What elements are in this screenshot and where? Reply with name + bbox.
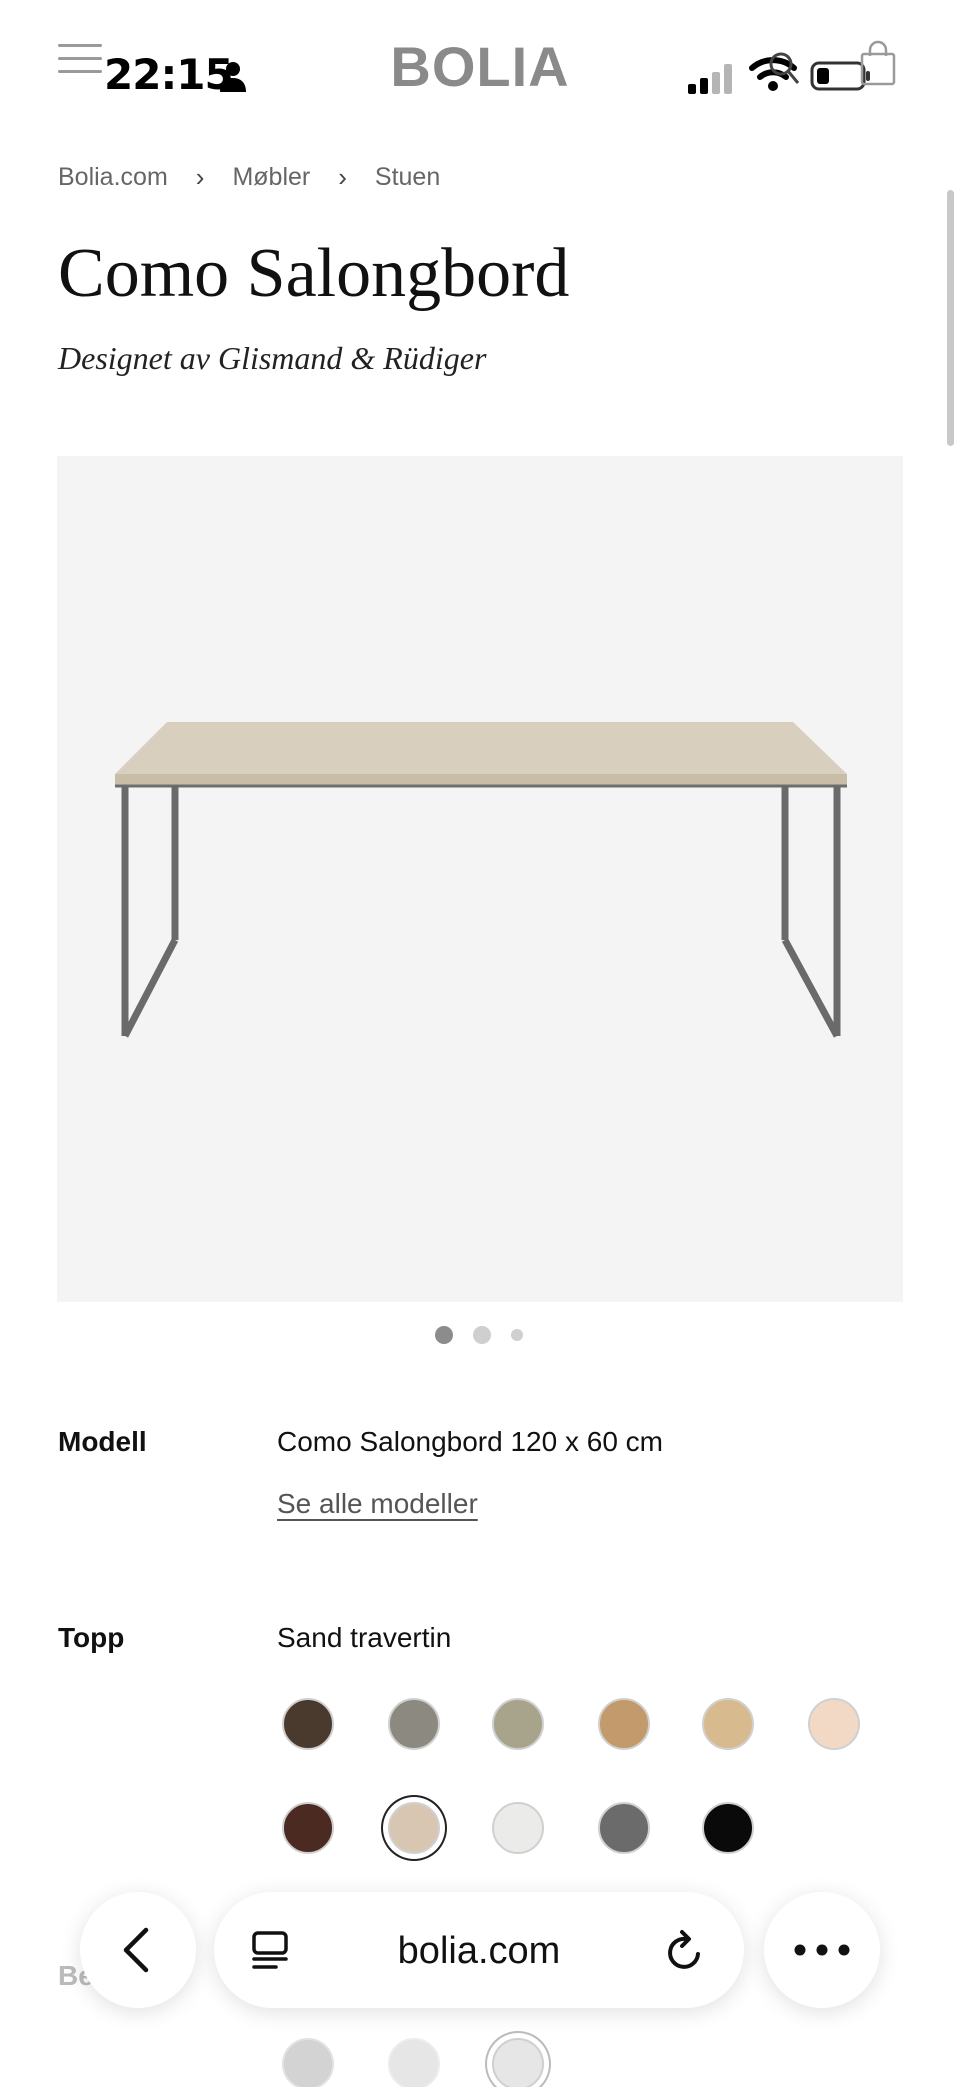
swatch-dark-wood[interactable]: [282, 1698, 334, 1750]
swatch-white[interactable]: [492, 1802, 544, 1854]
swatch-sage-stone[interactable]: [492, 1698, 544, 1750]
model-label: Modell: [58, 1426, 147, 1457]
carousel-dot[interactable]: [473, 1326, 491, 1344]
shopping-bag-icon[interactable]: [858, 40, 898, 86]
swatch-sand-travertine[interactable]: [388, 1802, 440, 1854]
breadcrumb: Bolia.com › Møbler › Stuen: [58, 162, 440, 193]
address-bar[interactable]: bolia.com: [214, 1892, 744, 2008]
back-button[interactable]: [80, 1892, 196, 2008]
status-bar: 22:15 BOLIA: [0, 0, 960, 140]
top-value: Sand travertin: [277, 1622, 452, 1653]
top-label: Topp: [58, 1622, 125, 1653]
swatch-blush[interactable]: [808, 1698, 860, 1750]
browser-toolbar: bolia.com: [0, 1880, 960, 2020]
carousel-indicator: [0, 1326, 960, 1344]
swatch-faded-selected[interactable]: [492, 2038, 544, 2087]
swatch-oak[interactable]: [598, 1698, 650, 1750]
swatch-faded[interactable]: [388, 2038, 440, 2087]
more-button[interactable]: [764, 1892, 880, 2008]
designer-credit: Designet av Glismand & Rüdiger: [58, 340, 487, 376]
swatch-dark-grey[interactable]: [598, 1802, 650, 1854]
breadcrumb-home[interactable]: Bolia.com: [58, 163, 168, 192]
carousel-dot[interactable]: [435, 1326, 453, 1344]
model-value: Como Salongbord 120 x 60 cm: [277, 1426, 663, 1457]
swatch-faded[interactable]: [282, 2038, 334, 2087]
swatch-grey-stone[interactable]: [388, 1698, 440, 1750]
wifi-icon: [749, 52, 800, 91]
breadcrumb-living-room[interactable]: Stuen: [375, 163, 440, 192]
more-dots-icon: [794, 1944, 850, 1956]
see-all-models-link[interactable]: Se alle modeller: [277, 1488, 478, 1520]
reload-icon[interactable]: [664, 1928, 706, 1972]
page-title: Como Salongbord: [58, 235, 570, 312]
chevron-right-icon: ›: [195, 162, 205, 192]
coffee-table-illustration: [115, 722, 847, 1038]
scrollbar[interactable]: [947, 190, 954, 446]
swatch-dark-marble[interactable]: [282, 1802, 334, 1854]
carousel-dot[interactable]: [511, 1329, 523, 1341]
swatch-light-oak[interactable]: [702, 1698, 754, 1750]
cellular-signal-icon: [688, 64, 732, 94]
breadcrumb-furniture[interactable]: Møbler: [232, 163, 310, 192]
product-image[interactable]: [57, 456, 903, 1302]
chevron-right-icon: ›: [338, 162, 347, 192]
chevron-left-icon: [123, 1927, 149, 1973]
swatch-black[interactable]: [702, 1802, 754, 1854]
